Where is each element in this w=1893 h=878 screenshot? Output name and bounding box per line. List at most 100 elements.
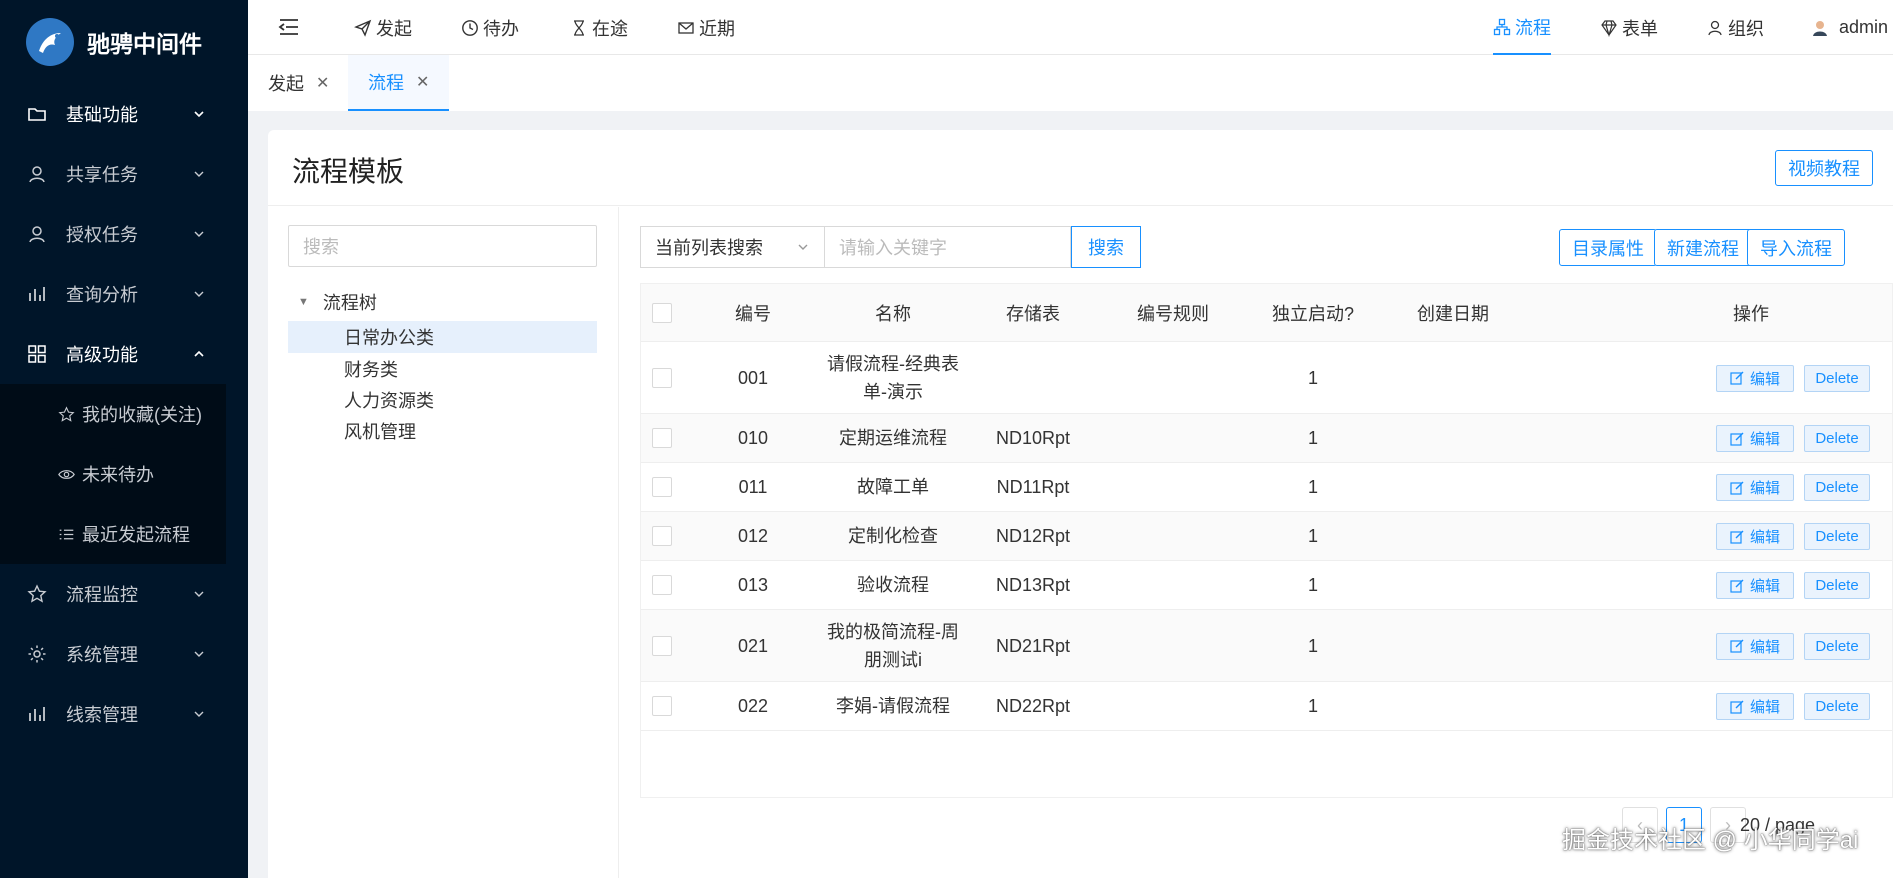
nav-form-label: 表单 xyxy=(1622,18,1658,39)
nav-org-label: 组织 xyxy=(1728,18,1764,39)
tab-start[interactable]: 发起 ✕ xyxy=(248,55,349,111)
logo-icon xyxy=(26,18,74,66)
cell-name-line: 单-演示 xyxy=(863,381,923,402)
nav-todo[interactable]: 待办 xyxy=(461,0,519,55)
row-checkbox[interactable] xyxy=(641,512,683,560)
sidebar-item-authorized-tasks[interactable]: 授权任务 xyxy=(0,204,248,264)
sidebar-item-system-management[interactable]: 系统管理 xyxy=(0,624,248,684)
delete-button[interactable]: Delete xyxy=(1804,474,1870,501)
cell-rule xyxy=(1103,342,1243,413)
cell-name-line: 我的极简流程-周 xyxy=(827,621,959,642)
search-button[interactable]: 搜索 xyxy=(1071,226,1141,268)
sidebar-item-label: 授权任务 xyxy=(66,225,138,245)
table-row[interactable]: 022 李娟-请假流程 ND22Rpt 1 编辑 Delete xyxy=(641,682,1892,731)
select-all-checkbox[interactable] xyxy=(641,284,683,342)
menu-fold-icon[interactable] xyxy=(278,16,300,38)
edit-button[interactable]: 编辑 xyxy=(1716,523,1794,550)
caret-down-icon[interactable]: ▼ xyxy=(298,296,309,308)
delete-button[interactable]: Delete xyxy=(1804,523,1870,550)
delete-button[interactable]: Delete xyxy=(1804,572,1870,599)
sidebar-item-lead-management[interactable]: 线索管理 xyxy=(0,684,248,744)
cell-name-line: 朋测试i xyxy=(864,649,922,670)
edit-button[interactable]: 编辑 xyxy=(1716,364,1794,392)
sidebar-item-recent-flows[interactable]: 最近发起流程 xyxy=(0,504,226,564)
tree-node-wind-turbine[interactable]: 风机管理 xyxy=(288,415,597,447)
tree-root[interactable]: ▼ 流程树 xyxy=(298,289,377,315)
cell-standalone: 1 xyxy=(1307,367,1318,388)
table-row[interactable]: 001 请假流程-经典表 单-演示 1 编辑 Delete xyxy=(641,342,1892,414)
tree-node-daily-office[interactable]: 日常办公类 xyxy=(288,321,597,353)
table-row[interactable]: 011 故障工单 ND11Rpt 1 编辑 Delete xyxy=(641,463,1892,512)
tree-search-input[interactable]: 搜索 xyxy=(288,225,597,267)
sidebar-item-advanced[interactable]: 高级功能 xyxy=(0,324,248,384)
row-checkbox[interactable] xyxy=(641,610,683,681)
keyword-input[interactable]: 请输入关键字 xyxy=(824,226,1071,268)
cell-table: ND21Rpt xyxy=(995,635,1071,656)
table-row[interactable]: 012 定制化检查 ND12Rpt 1 编辑 Delete xyxy=(641,512,1892,561)
new-flow-button[interactable]: 新建流程 xyxy=(1654,229,1752,266)
delete-button[interactable]: Delete xyxy=(1804,632,1870,660)
table-row[interactable]: 013 验收流程 ND13Rpt 1 编辑 Delete xyxy=(641,561,1892,610)
sidebar-item-favorites[interactable]: 我的收藏(关注) xyxy=(0,384,226,444)
nav-start[interactable]: 发起 xyxy=(354,0,412,55)
logo[interactable]: 驰骋中间件 xyxy=(0,0,248,84)
edit-button[interactable]: 编辑 xyxy=(1716,693,1794,720)
edit-icon xyxy=(1730,700,1744,714)
edit-label: 编辑 xyxy=(1749,699,1780,716)
video-tutorial-button[interactable]: 视频教程 xyxy=(1775,150,1873,186)
sidebar-item-shared-tasks[interactable]: 共享任务 xyxy=(0,144,248,204)
tree-node-hr[interactable]: 人力资源类 xyxy=(288,384,597,416)
sidebar-item-future-todo[interactable]: 未来待办 xyxy=(0,444,226,504)
close-icon[interactable]: ✕ xyxy=(416,72,429,92)
cell-name-line: 李娟-请假流程 xyxy=(836,696,950,716)
table-header: 编号 名称 存储表 编号规则 独立启动? 创建日期 操作 xyxy=(641,284,1892,342)
nav-flow[interactable]: 流程 xyxy=(1493,0,1551,55)
cell-standalone: 1 xyxy=(1307,696,1318,716)
edit-button[interactable]: 编辑 xyxy=(1716,425,1794,452)
sidebar-item-flow-monitor[interactable]: 流程监控 xyxy=(0,564,248,624)
chevron-down-icon xyxy=(194,591,204,597)
sidebar-item-basic[interactable]: 基础功能 xyxy=(0,84,248,144)
advanced-submenu: 我的收藏(关注) 未来待办 最近发起流程 xyxy=(0,384,226,564)
nav-todo-label: 待办 xyxy=(483,18,519,39)
diamond-icon xyxy=(1601,19,1617,37)
directory-properties-button[interactable]: 目录属性 xyxy=(1559,229,1657,266)
edit-icon xyxy=(1730,432,1744,446)
row-checkbox[interactable] xyxy=(641,342,683,413)
nav-org[interactable]: 组织 xyxy=(1706,0,1764,55)
table-row[interactable]: 021 我的极简流程-周 朋测试i ND21Rpt 1 编辑 Delete xyxy=(641,610,1892,682)
tree-node-finance[interactable]: 财务类 xyxy=(288,353,597,385)
edit-button[interactable]: 编辑 xyxy=(1716,474,1794,501)
delete-button[interactable]: Delete xyxy=(1804,693,1870,720)
star-icon xyxy=(26,583,48,605)
cell-standalone: 1 xyxy=(1307,428,1318,448)
edit-button[interactable]: 编辑 xyxy=(1716,632,1794,660)
sidebar-item-label: 线索管理 xyxy=(66,705,138,725)
tab-flow[interactable]: 流程 ✕ xyxy=(348,55,450,111)
nav-recent[interactable]: 近期 xyxy=(677,0,735,55)
import-flow-button[interactable]: 导入流程 xyxy=(1747,229,1845,266)
cell-date xyxy=(1383,342,1523,413)
search-mode-select[interactable]: 当前列表搜索 xyxy=(640,226,824,268)
nav-in-progress[interactable]: 在途 xyxy=(570,0,628,55)
sidebar-item-query-analysis[interactable]: 查询分析 xyxy=(0,264,248,324)
row-checkbox[interactable] xyxy=(641,414,683,462)
col-header-date: 创建日期 xyxy=(1417,304,1489,324)
table-row[interactable]: 010 定期运维流程 ND10Rpt 1 编辑 Delete xyxy=(641,414,1892,463)
row-checkbox[interactable] xyxy=(641,682,683,730)
close-icon[interactable]: ✕ xyxy=(316,73,329,93)
user-menu[interactable]: admin xyxy=(1811,0,1888,55)
edit-label: 编辑 xyxy=(1749,370,1780,388)
row-checkbox[interactable] xyxy=(641,463,683,511)
row-checkbox[interactable] xyxy=(641,561,683,609)
nav-form[interactable]: 表单 xyxy=(1600,0,1658,55)
chevron-down-icon xyxy=(194,291,204,297)
delete-button[interactable]: Delete xyxy=(1804,364,1870,392)
cell-name-line: 定期运维流程 xyxy=(839,428,947,448)
nav-in-progress-label: 在途 xyxy=(592,18,628,39)
cell-rule xyxy=(1103,463,1243,511)
delete-button[interactable]: Delete xyxy=(1804,425,1870,452)
folder-icon xyxy=(26,103,48,125)
edit-button[interactable]: 编辑 xyxy=(1716,572,1794,599)
sidebar-item-label: 共享任务 xyxy=(66,165,138,185)
